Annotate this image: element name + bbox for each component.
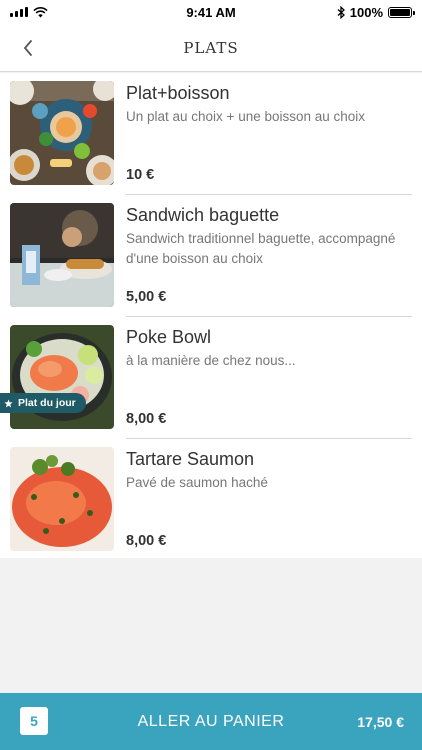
star-icon <box>4 398 13 407</box>
back-button[interactable] <box>14 34 42 62</box>
item-description: Sandwich traditionnel baguette, accompag… <box>126 231 396 266</box>
page-title: PLATS <box>183 38 239 57</box>
battery-percent: 100% <box>349 4 383 20</box>
signal-icon <box>10 7 28 17</box>
list-item-plat-boisson[interactable]: Plat+boisson Un plat au choix + une bois… <box>0 73 422 195</box>
item-image-poke-bowl <box>10 325 114 429</box>
product-list: Plat+boisson Un plat au choix + une bois… <box>0 73 422 558</box>
status-left <box>10 6 48 18</box>
badge-label: Plat du jour <box>18 397 76 409</box>
item-image-tartare-saumon <box>10 447 114 551</box>
plat-du-jour-badge: Plat du jour <box>0 393 86 413</box>
nav-bar: PLATS <box>0 24 422 72</box>
chevron-left-icon <box>23 40 32 56</box>
item-image-sandwich-baguette <box>10 203 114 307</box>
item-price: 5,00 € <box>126 289 167 305</box>
wifi-icon <box>33 6 48 17</box>
item-description: à la manière de chez nous... <box>126 353 296 368</box>
list-item-tartare-saumon[interactable]: Tartare Saumon Pavé de saumon haché 8,00… <box>0 439 422 558</box>
bluetooth-icon <box>337 5 345 19</box>
item-description: Pavé de saumon haché <box>126 475 268 490</box>
item-description: Un plat au choix + une boisson au choix <box>126 109 366 124</box>
status-right: 100% <box>337 4 415 20</box>
status-bar: 9:41 AM 100% <box>0 0 422 24</box>
battery-icon <box>388 6 415 18</box>
item-image-plat-boisson <box>10 81 114 185</box>
item-name: Tartare Saumon <box>126 449 255 469</box>
go-to-cart-button[interactable]: 5 ALLER AU PANIER 17,50 € <box>0 693 422 750</box>
item-price: 10 € <box>126 167 155 183</box>
list-item-sandwich-baguette[interactable]: Sandwich baguette Sandwich traditionnel … <box>0 195 422 317</box>
item-price: 8,00 € <box>126 411 167 427</box>
item-price: 8,00 € <box>126 533 167 549</box>
cart-total: 17,50 € <box>357 713 404 730</box>
item-name: Plat+boisson <box>126 83 230 103</box>
item-name: Poke Bowl <box>126 327 212 347</box>
list-item-poke-bowl[interactable]: Plat du jour Poke Bowl à la manière de c… <box>0 317 422 439</box>
item-name: Sandwich baguette <box>126 205 280 225</box>
